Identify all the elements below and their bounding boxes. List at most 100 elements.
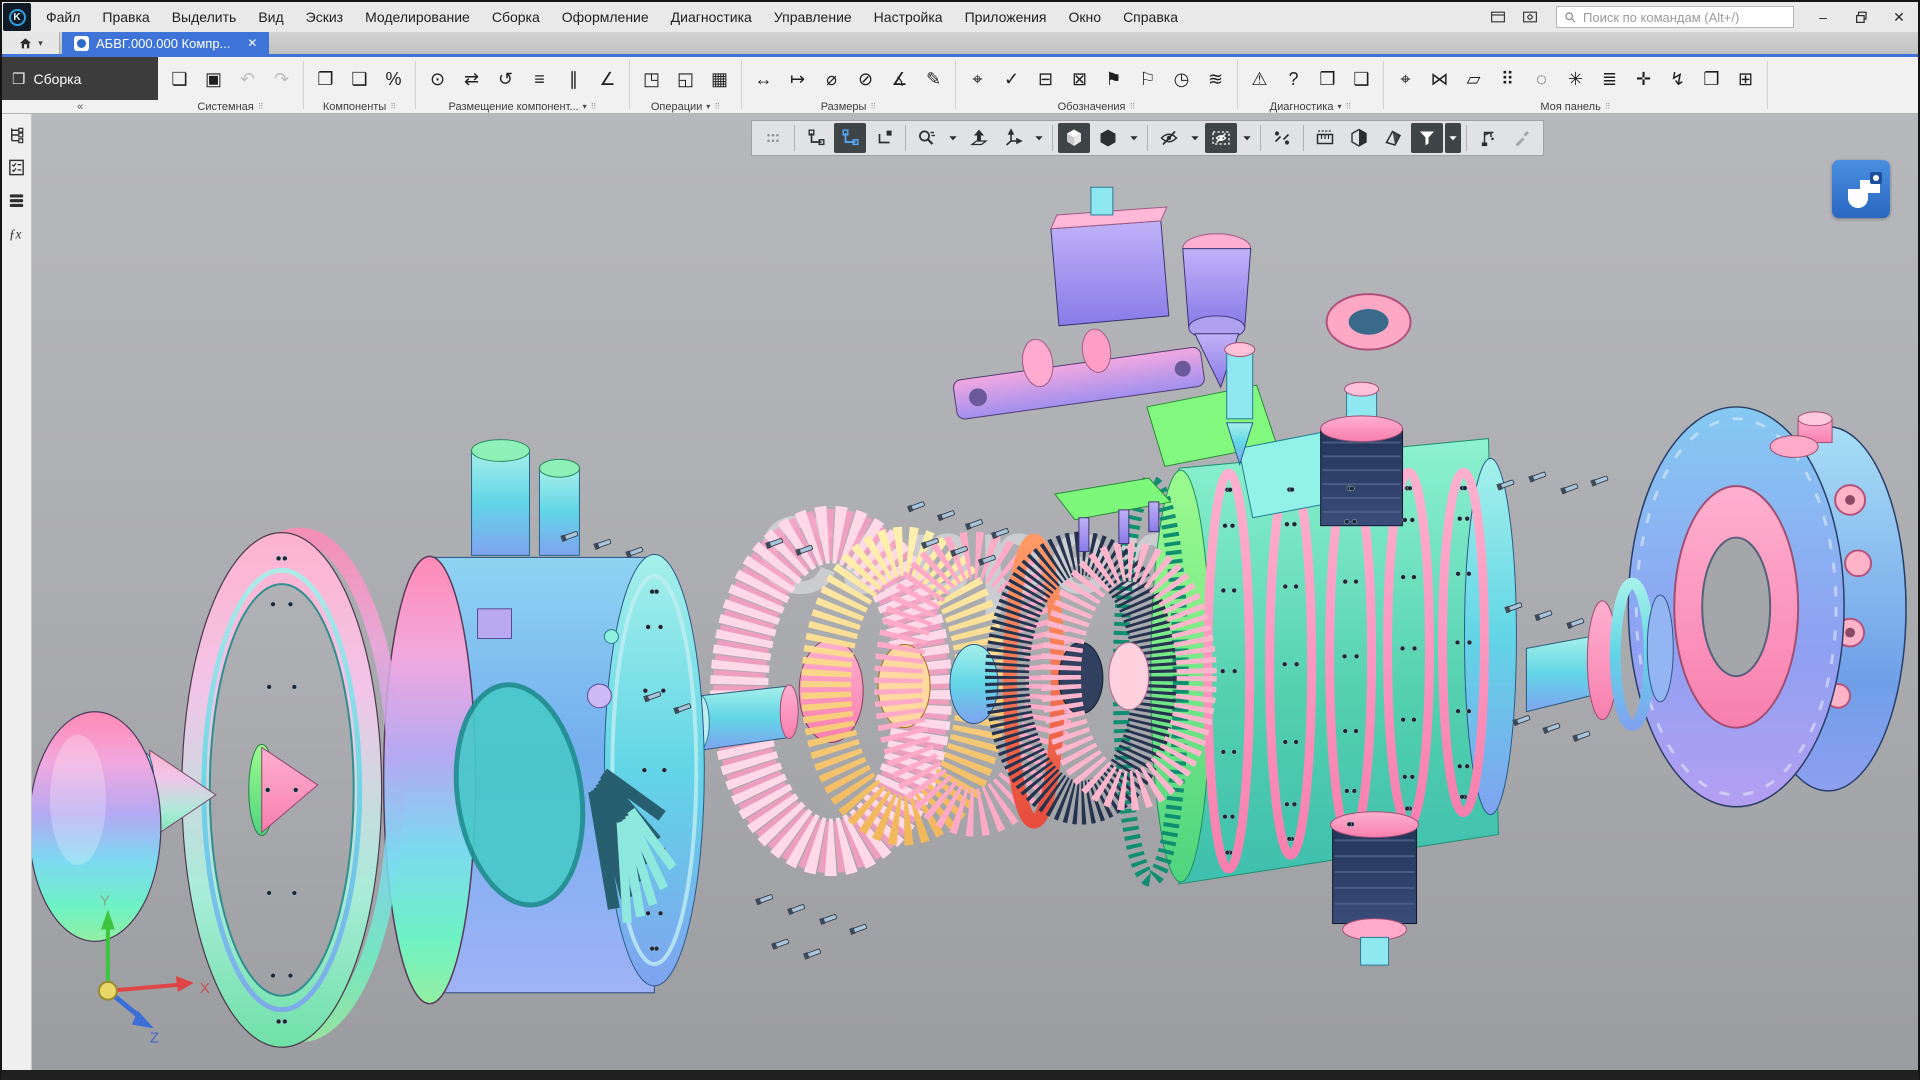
- filter-objects-caret[interactable]: [1445, 123, 1461, 153]
- zoom-dropdown-caret[interactable]: [945, 123, 961, 153]
- menu-item-1[interactable]: Файл: [35, 2, 91, 32]
- points-array-icon[interactable]: ⠿: [1491, 61, 1524, 99]
- coincidence-mate-icon[interactable]: ≡: [523, 61, 556, 99]
- close-button[interactable]: ✕: [1882, 4, 1916, 30]
- marker-flag-icon[interactable]: ⚐: [1131, 61, 1164, 99]
- design-tree-icon[interactable]: [5, 122, 29, 146]
- auto-dimension-icon[interactable]: ↔: [747, 61, 780, 99]
- document-tab[interactable]: АБВГ.000.000 Компр... ✕: [62, 32, 269, 54]
- menu-item-9[interactable]: Диагностика: [660, 2, 763, 32]
- orientation-current-icon[interactable]: [834, 123, 866, 153]
- menu-item-12[interactable]: Приложения: [954, 2, 1058, 32]
- interface-settings-icon[interactable]: [1516, 6, 1544, 28]
- group-drag-dots[interactable]: ⠿: [1130, 102, 1136, 111]
- model-fan-ring[interactable]: [182, 533, 396, 1048]
- restore-button[interactable]: [1844, 4, 1878, 30]
- datum-designation-icon[interactable]: ⌖: [961, 61, 994, 99]
- menu-item-7[interactable]: Сборка: [481, 2, 551, 32]
- move-component-icon[interactable]: ⇄: [455, 61, 488, 99]
- open-document-icon[interactable]: ❏: [163, 61, 196, 99]
- orientation-dropdown-caret[interactable]: [1031, 123, 1047, 153]
- command-search-input[interactable]: Поиск по командам (Alt+/): [1556, 6, 1794, 28]
- revision-mark-icon[interactable]: ◷: [1165, 61, 1198, 99]
- menu-item-2[interactable]: Правка: [91, 2, 160, 32]
- extrude-operation-icon[interactable]: ◳: [635, 61, 668, 99]
- menu-item-13[interactable]: Окно: [1058, 2, 1113, 32]
- kompas-3d-logo[interactable]: [1832, 160, 1890, 218]
- deviation-check-icon[interactable]: ?: [1277, 61, 1310, 99]
- hide-in-window-icon[interactable]: [1205, 123, 1237, 153]
- menu-item-10[interactable]: Управление: [763, 2, 863, 32]
- 3d-model[interactable]: Cappen: [32, 114, 1918, 1070]
- group-dropdown-caret[interactable]: ▾: [1337, 102, 1341, 111]
- component-layout-icon[interactable]: %: [377, 61, 410, 99]
- section-display-icon[interactable]: [1343, 123, 1375, 153]
- base-designation-icon[interactable]: ⊠: [1063, 61, 1096, 99]
- collision-check-icon[interactable]: ⚠: [1243, 61, 1276, 99]
- hide-in-window-caret[interactable]: [1239, 123, 1255, 153]
- group-drag-dots[interactable]: ⠿: [591, 102, 597, 111]
- menu-item-11[interactable]: Настройка: [863, 2, 954, 32]
- create-component-icon[interactable]: ❑: [343, 61, 376, 99]
- add-component-from-file-icon[interactable]: ❐: [309, 61, 342, 99]
- viewport-3d[interactable]: Cappen: [32, 114, 1918, 1070]
- normal-to-object-icon[interactable]: [963, 123, 995, 153]
- parameters-panel-icon[interactable]: [5, 155, 29, 179]
- copy-sheet-icon[interactable]: ❐: [1695, 61, 1728, 99]
- exploded-view-icon[interactable]: [1266, 123, 1298, 153]
- group-drag-dots[interactable]: ⠿: [1605, 102, 1611, 111]
- eyedropper-icon[interactable]: [1506, 123, 1538, 153]
- tab-close-icon[interactable]: ✕: [237, 36, 257, 50]
- kinematic-chain-icon[interactable]: ⋈: [1423, 61, 1456, 99]
- menu-item-8[interactable]: Оформление: [551, 2, 660, 32]
- save-document-icon[interactable]: ▣: [197, 61, 230, 99]
- filter-objects-icon[interactable]: [1411, 123, 1443, 153]
- leader-dimension-icon[interactable]: ✎: [917, 61, 950, 99]
- display-mode-caret[interactable]: [1126, 123, 1142, 153]
- workspace-layout-icon[interactable]: [1484, 6, 1512, 28]
- menu-item-6[interactable]: Моделирование: [354, 2, 481, 32]
- roughness-designation-icon[interactable]: ✓: [995, 61, 1028, 99]
- layers-panel-icon[interactable]: [5, 188, 29, 212]
- quick-action-icon[interactable]: ↯: [1661, 61, 1694, 99]
- rotate-component-icon[interactable]: ↺: [489, 61, 522, 99]
- model-front-casing[interactable]: [384, 440, 705, 1004]
- model-shaft[interactable]: [689, 685, 798, 750]
- variables-panel-icon[interactable]: ƒx: [5, 221, 29, 245]
- weld-designation-icon[interactable]: ≋: [1199, 61, 1232, 99]
- angular-dimension-icon[interactable]: ∡: [883, 61, 916, 99]
- coordinate-axes-icon[interactable]: ⌖: [1389, 61, 1422, 99]
- fix-component-icon[interactable]: ⊙: [421, 61, 454, 99]
- orientation-triad-icon[interactable]: [997, 123, 1029, 153]
- hide-objects-caret[interactable]: [1187, 123, 1203, 153]
- group-drag-dots[interactable]: ⠿: [1345, 102, 1351, 111]
- control-sphere-icon[interactable]: ◌: [1525, 61, 1558, 99]
- group-drag-dots[interactable]: ⠿: [870, 102, 876, 111]
- linear-dimension-icon[interactable]: ↦: [781, 61, 814, 99]
- clip-area-icon[interactable]: [1377, 123, 1409, 153]
- menu-item-14[interactable]: Справка: [1112, 2, 1189, 32]
- insert-table-icon[interactable]: ⊞: [1729, 61, 1762, 99]
- mass-properties-report-icon[interactable]: ❒: [1311, 61, 1344, 99]
- minimize-button[interactable]: –: [1806, 4, 1840, 30]
- group-dropdown-caret[interactable]: ▾: [583, 102, 587, 111]
- redo-icon[interactable]: ↷: [265, 61, 298, 99]
- display-mode-icon[interactable]: [1092, 123, 1124, 153]
- structure-report-icon[interactable]: ❑: [1345, 61, 1378, 99]
- loads-icon[interactable]: [1472, 123, 1504, 153]
- app-logo-icon[interactable]: K: [3, 3, 31, 31]
- diameter-dimension-icon[interactable]: ⌀: [815, 61, 848, 99]
- measure-icon[interactable]: [1309, 123, 1341, 153]
- orientation-saved-icon[interactable]: [868, 123, 900, 153]
- group-dropdown-caret[interactable]: ▾: [706, 102, 710, 111]
- tolerance-frame-icon[interactable]: ⊟: [1029, 61, 1062, 99]
- assembly-mode-badge[interactable]: ❒ Сборка: [2, 57, 158, 100]
- undo-icon[interactable]: ↶: [231, 61, 264, 99]
- parallel-mate-icon[interactable]: ∥: [557, 61, 590, 99]
- hole-operation-icon[interactable]: ▦: [703, 61, 736, 99]
- shaded-display-icon[interactable]: [1058, 123, 1090, 153]
- hide-objects-icon[interactable]: [1153, 123, 1185, 153]
- zoom-area-icon[interactable]: [911, 123, 943, 153]
- new-feature-icon[interactable]: ✛: [1627, 61, 1660, 99]
- model-spinner-dome[interactable]: [32, 712, 161, 942]
